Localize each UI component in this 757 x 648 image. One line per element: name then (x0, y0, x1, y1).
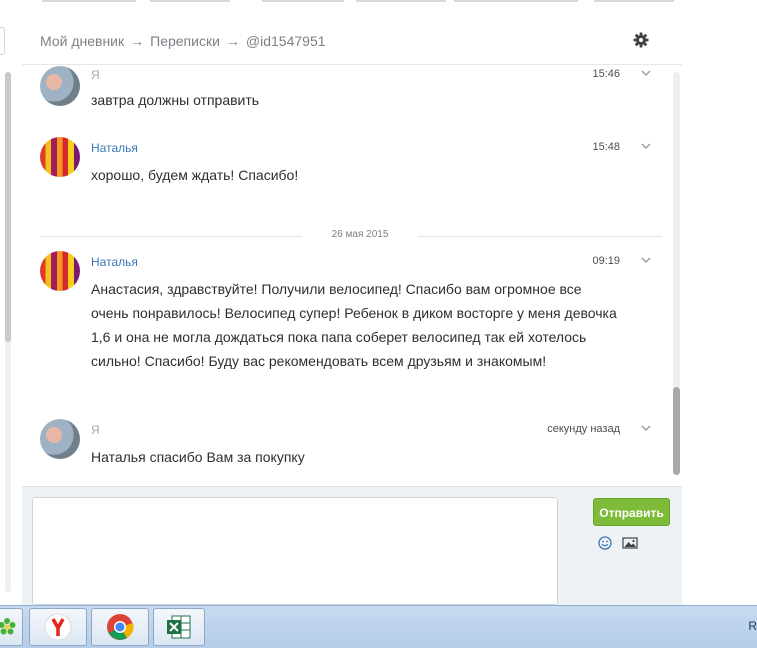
tab-edge[interactable] (356, 0, 446, 2)
tab-edge[interactable] (262, 0, 344, 2)
message-text: Анастасия, здравствуйте! Получили велоси… (91, 281, 617, 369)
message-list: Я 15:46 завтра должны отправить Наталья … (22, 65, 672, 485)
avatar[interactable] (40, 251, 80, 291)
date-separator-line (418, 236, 662, 237)
system-tray-text[interactable]: R (748, 619, 757, 633)
message-author: Я (91, 423, 100, 437)
left-scrollbar-thumb[interactable] (5, 72, 11, 342)
icq-icon (0, 618, 16, 635)
breadcrumb: Мой дневник → Переписки → @id1547951 (40, 33, 326, 49)
gear-icon[interactable] (633, 32, 649, 48)
chevron-down-icon[interactable] (640, 67, 652, 79)
message-item: Я секунду назад Наталья спасибо Вам за п… (40, 419, 660, 479)
tab-edge[interactable] (454, 0, 578, 2)
message-input[interactable] (32, 497, 558, 605)
message-author[interactable]: Наталья (91, 255, 138, 269)
breadcrumb-separator: → (225, 33, 240, 49)
tab-edge[interactable] (150, 0, 230, 2)
message-item: Наталья 09:19 Анастасия, здравствуйте! П… (40, 251, 660, 401)
message-scrollbar-thumb[interactable] (673, 387, 680, 475)
yandex-browser-icon (44, 613, 72, 641)
message-scrollbar[interactable] (673, 72, 680, 475)
message-time: 15:46 (592, 68, 620, 80)
chevron-down-icon[interactable] (640, 422, 652, 434)
chevron-down-icon[interactable] (640, 254, 652, 266)
message-author: Я (91, 68, 100, 82)
breadcrumb-user-id: @id1547951 (245, 33, 326, 49)
taskbar: R (0, 605, 757, 648)
message-text: завтра должны отправить (91, 92, 260, 108)
message-text: хорошо, будем ждать! Спасибо! (91, 167, 299, 183)
taskbar-button-excel[interactable] (153, 608, 205, 646)
tab-edge[interactable] (42, 0, 136, 2)
breadcrumb-conversations[interactable]: Переписки (150, 33, 220, 49)
left-panel (0, 0, 23, 605)
message-author[interactable]: Наталья (91, 141, 138, 155)
message-item: Наталья 15:48 хорошо, будем ждать! Спаси… (40, 137, 660, 197)
right-page-margin (682, 0, 757, 605)
message-time: 09:19 (592, 255, 620, 267)
message-text: Наталья спасибо Вам за покупку (91, 449, 305, 465)
conversation-panel: Мой дневник → Переписки → @id1547951 Я 15:46 (22, 0, 682, 606)
message-time: 15:48 (592, 141, 620, 153)
taskbar-button-yandex-browser[interactable] (29, 608, 87, 646)
top-tab-strip (22, 0, 682, 4)
conversation-header: Мой дневник → Переписки → @id1547951 (22, 18, 682, 65)
message-item: Я 15:46 завтра должны отправить (40, 66, 660, 116)
chevron-down-icon[interactable] (640, 140, 652, 152)
avatar[interactable] (40, 137, 80, 177)
avatar[interactable] (40, 419, 80, 459)
send-button[interactable]: Отправить (593, 498, 670, 526)
left-scrollbar[interactable] (5, 72, 11, 592)
excel-icon (167, 615, 191, 639)
breadcrumb-separator: → (130, 33, 145, 49)
avatar[interactable] (40, 66, 80, 106)
smile-icon[interactable] (598, 536, 612, 550)
breadcrumb-my-diary[interactable]: Мой дневник (40, 33, 124, 49)
date-separator: 26 мая 2015 (40, 228, 662, 244)
image-icon[interactable] (622, 536, 638, 550)
message-composer: Отправить (22, 486, 682, 606)
taskbar-button-chrome[interactable] (91, 608, 149, 646)
tab-edge[interactable] (594, 0, 674, 2)
chrome-icon (107, 614, 134, 640)
date-separator-text: 26 мая 2015 (331, 229, 389, 240)
date-separator-line (40, 236, 302, 237)
left-search-field-edge[interactable] (0, 27, 5, 55)
message-time: секунду назад (547, 423, 620, 435)
taskbar-button-icq[interactable] (0, 608, 23, 646)
